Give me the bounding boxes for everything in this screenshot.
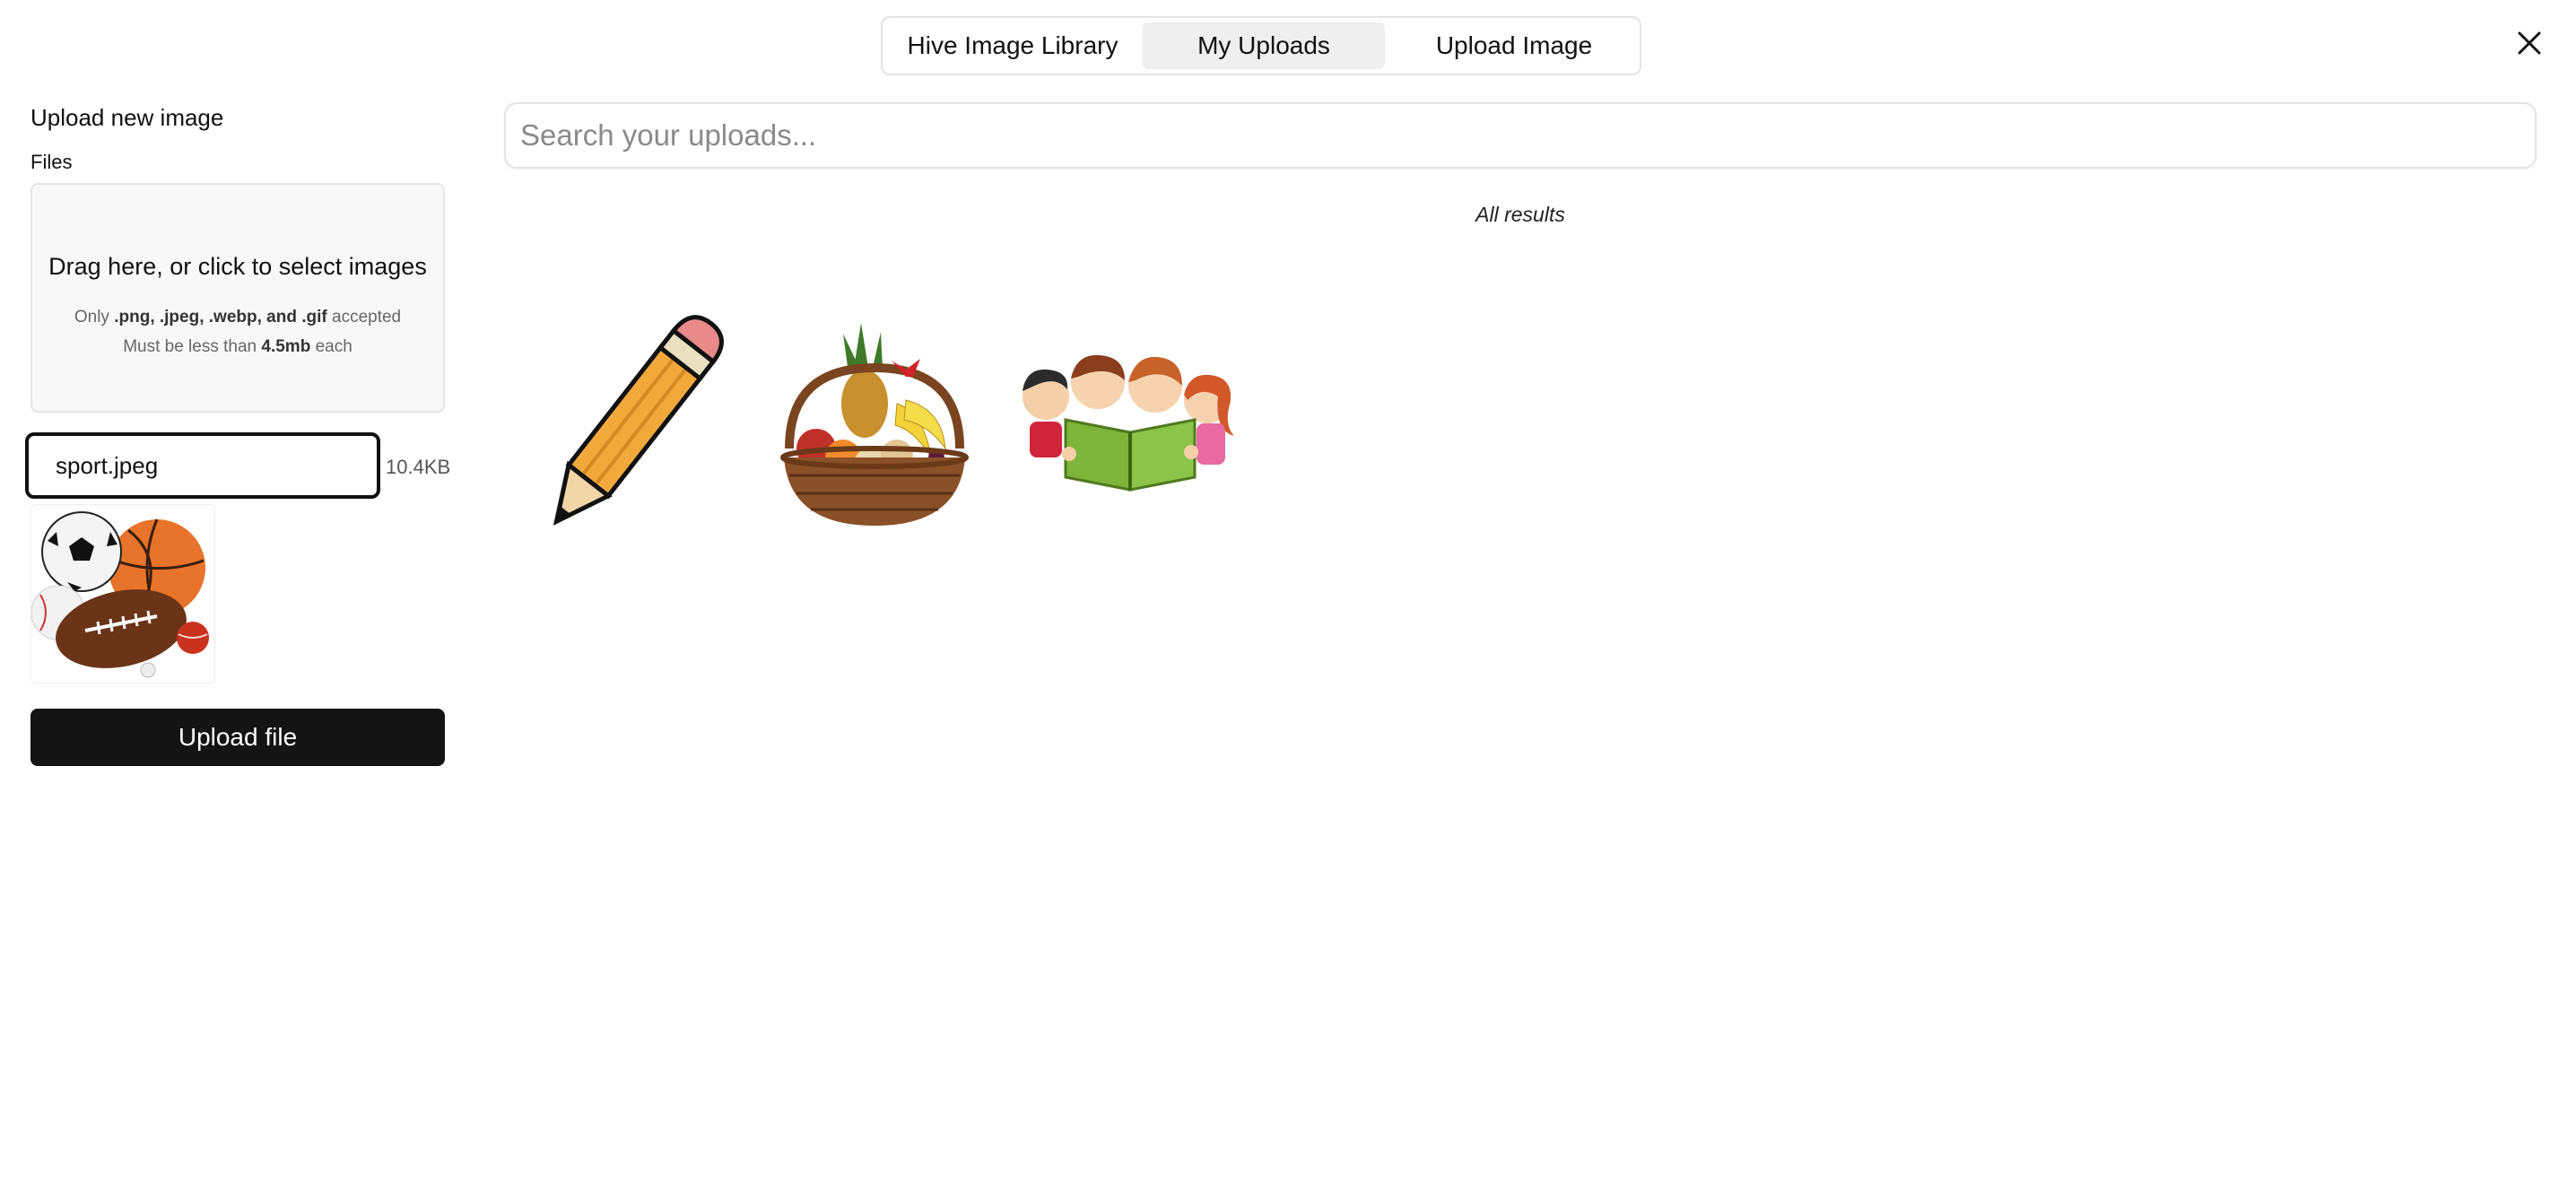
- upload-file-button[interactable]: Upload file: [30, 709, 445, 766]
- image-picker-modal: Hive Image Library My Uploads Upload Ima…: [0, 0, 2576, 1202]
- file-name-input[interactable]: [25, 432, 380, 499]
- result-item-children-reading[interactable]: [1012, 350, 1256, 497]
- upload-heading: Upload new image: [30, 104, 224, 131]
- tab-my-uploads[interactable]: My Uploads: [1143, 22, 1385, 69]
- size-limit-line: Must be less than 4.5mb each: [123, 337, 352, 356]
- search-uploads-input[interactable]: [504, 102, 2537, 169]
- children-reading-image: [1023, 354, 1234, 492]
- pencil-image: [553, 315, 724, 526]
- close-icon: [2518, 31, 2541, 55]
- result-item-fruit-basket[interactable]: [771, 314, 978, 535]
- close-button[interactable]: [2511, 25, 2547, 61]
- fruit-basket-image: [780, 323, 969, 526]
- tab-hive-image-library[interactable]: Hive Image Library: [886, 22, 1139, 69]
- result-item-pencil[interactable]: [518, 305, 734, 560]
- tab-bar: Hive Image Library My Uploads Upload Ima…: [881, 16, 1641, 75]
- file-size: 10.4KB: [386, 456, 451, 478]
- accepted-types-line: Only .png, .jpeg, .webp, and .gif accept…: [74, 308, 402, 327]
- files-label: Files: [30, 151, 73, 173]
- dropzone-hint: Only .png, .jpeg, .webp, and .gif accept…: [32, 302, 443, 361]
- file-thumbnail[interactable]: [30, 504, 215, 684]
- sports-balls-image: [30, 511, 209, 678]
- dropzone-title: Drag here, or click to select images: [48, 253, 427, 280]
- tab-upload-image[interactable]: Upload Image: [1388, 22, 1640, 69]
- results-label: All results: [1475, 203, 1565, 226]
- file-dropzone[interactable]: Drag here, or click to select images Onl…: [30, 183, 445, 413]
